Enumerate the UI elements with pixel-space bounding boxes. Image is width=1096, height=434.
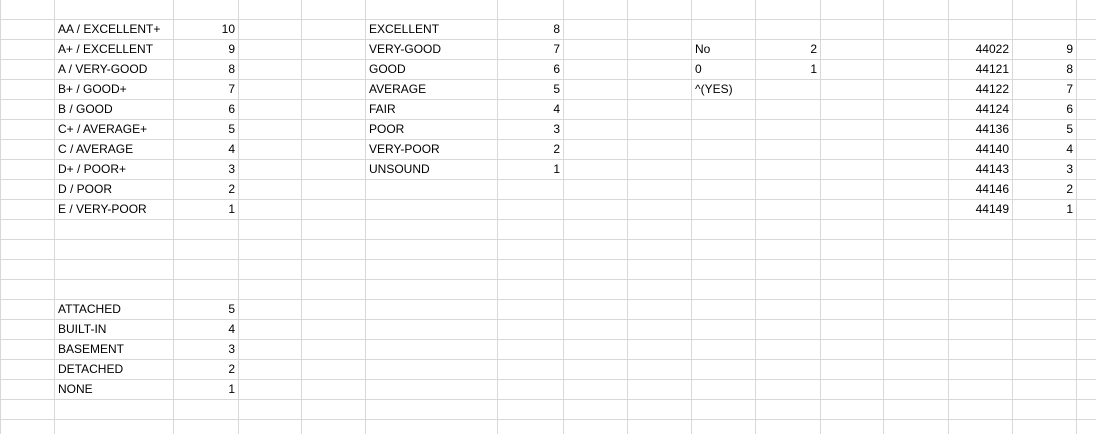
grade-label-cell[interactable]: C+ / AVERAGE+ — [55, 119, 173, 139]
condition-label-cell[interactable]: AVERAGE — [366, 79, 497, 99]
grade-value-cell[interactable]: 10 — [174, 19, 238, 39]
grade-label-cell[interactable]: D+ / POOR+ — [55, 159, 173, 179]
column-divider — [301, 0, 302, 434]
date-serial-cell[interactable]: 44146 — [949, 179, 1012, 199]
grade-value-cell[interactable]: 8 — [174, 59, 238, 79]
date-value-cell[interactable]: 9 — [1013, 39, 1076, 59]
date-value-cell[interactable]: 2 — [1013, 179, 1076, 199]
condition-value-cell[interactable]: 1 — [498, 159, 563, 179]
date-value-cell[interactable]: 1 — [1013, 199, 1076, 219]
condition-value-cell[interactable]: 8 — [498, 19, 563, 39]
condition-value-cell[interactable]: 2 — [498, 139, 563, 159]
grade-value-cell[interactable]: 3 — [174, 159, 238, 179]
garage-value-cell[interactable]: 2 — [174, 359, 238, 379]
grade-value-cell[interactable]: 7 — [174, 79, 238, 99]
grade-value-cell[interactable]: 5 — [174, 119, 238, 139]
garage-value-cell[interactable]: 5 — [174, 299, 238, 319]
date-serial-cell[interactable]: 44122 — [949, 79, 1012, 99]
condition-value-cell[interactable]: 6 — [498, 59, 563, 79]
yesno-value-cell[interactable]: 1 — [756, 59, 820, 79]
condition-label-cell[interactable]: EXCELLENT — [366, 19, 497, 39]
column-divider — [883, 0, 884, 434]
date-serial-cell[interactable]: 44136 — [949, 119, 1012, 139]
date-serial-cell[interactable]: 44149 — [949, 199, 1012, 219]
garage-label-cell[interactable]: BUILT-IN — [55, 319, 173, 339]
date-serial-cell[interactable]: 44022 — [949, 39, 1012, 59]
column-divider — [820, 0, 821, 434]
date-serial-cell[interactable]: 44121 — [949, 59, 1012, 79]
grade-label-cell[interactable]: E / VERY-POOR — [55, 199, 173, 219]
date-value-cell[interactable]: 5 — [1013, 119, 1076, 139]
condition-label-cell[interactable]: VERY-POOR — [366, 139, 497, 159]
condition-label-cell[interactable]: POOR — [366, 119, 497, 139]
grade-label-cell[interactable]: AA / EXCELLENT+ — [55, 19, 173, 39]
yesno-value-cell[interactable]: 2 — [756, 39, 820, 59]
garage-value-cell[interactable]: 4 — [174, 319, 238, 339]
date-value-cell[interactable]: 6 — [1013, 99, 1076, 119]
yesno-label-cell[interactable]: 0 — [692, 59, 756, 79]
date-serial-cell[interactable]: 44140 — [949, 139, 1012, 159]
date-value-cell[interactable]: 7 — [1013, 79, 1076, 99]
grade-value-cell[interactable]: 9 — [174, 39, 238, 59]
grade-label-cell[interactable]: A / VERY-GOOD — [55, 59, 173, 79]
date-serial-cell[interactable]: 44143 — [949, 159, 1012, 179]
garage-label-cell[interactable]: ATTACHED — [55, 299, 173, 319]
condition-label-cell[interactable]: VERY-GOOD — [366, 39, 497, 59]
yesno-label-cell[interactable]: No — [692, 39, 756, 59]
grade-value-cell[interactable]: 4 — [174, 139, 238, 159]
grade-value-cell[interactable]: 2 — [174, 179, 238, 199]
column-divider — [563, 0, 564, 434]
date-value-cell[interactable]: 4 — [1013, 139, 1076, 159]
date-serial-cell[interactable]: 44124 — [949, 99, 1012, 119]
grade-value-cell[interactable]: 1 — [174, 199, 238, 219]
date-value-cell[interactable]: 8 — [1013, 59, 1076, 79]
condition-label-cell[interactable]: FAIR — [366, 99, 497, 119]
column-divider — [1076, 0, 1077, 434]
grade-label-cell[interactable]: B+ / GOOD+ — [55, 79, 173, 99]
condition-value-cell[interactable]: 3 — [498, 119, 563, 139]
garage-value-cell[interactable]: 3 — [174, 339, 238, 359]
grade-label-cell[interactable]: D / POOR — [55, 179, 173, 199]
condition-label-cell[interactable]: UNSOUND — [366, 159, 497, 179]
yesno-value-cell[interactable] — [756, 79, 820, 99]
garage-value-cell[interactable]: 1 — [174, 379, 238, 399]
garage-label-cell[interactable]: BASEMENT — [55, 339, 173, 359]
grade-label-cell[interactable]: B / GOOD — [55, 99, 173, 119]
date-value-cell[interactable]: 3 — [1013, 159, 1076, 179]
column-divider — [627, 0, 628, 434]
grade-value-cell[interactable]: 6 — [174, 99, 238, 119]
column-divider — [238, 0, 239, 434]
condition-value-cell[interactable]: 5 — [498, 79, 563, 99]
garage-label-cell[interactable]: DETACHED — [55, 359, 173, 379]
condition-value-cell[interactable]: 7 — [498, 39, 563, 59]
condition-label-cell[interactable]: GOOD — [366, 59, 497, 79]
grade-label-cell[interactable]: A+ / EXCELLENT — [55, 39, 173, 59]
garage-label-cell[interactable]: NONE — [55, 379, 173, 399]
condition-value-cell[interactable]: 4 — [498, 99, 563, 119]
yesno-label-cell[interactable]: ^(YES) — [692, 79, 756, 99]
grade-label-cell[interactable]: C / AVERAGE — [55, 139, 173, 159]
